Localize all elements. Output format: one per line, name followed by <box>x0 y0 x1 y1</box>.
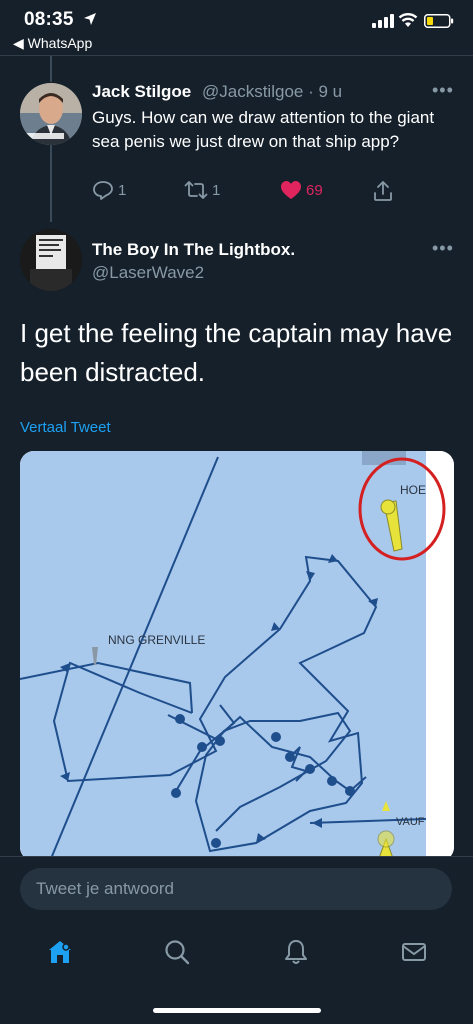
ship-track-map: NNG GRENVILLE VAUF HOE <box>20 451 454 861</box>
share-icon <box>374 181 392 201</box>
thread-connector <box>50 56 52 82</box>
share-button[interactable] <box>372 180 394 202</box>
reply-bar: Tweet je antwoord <box>0 856 473 921</box>
home-icon <box>49 941 71 963</box>
ship-label-hoe: HOE <box>400 483 426 497</box>
avatar-jack-stilgoe[interactable] <box>20 83 82 145</box>
author-handle-time[interactable]: @Jackstilgoe · 9 u <box>202 82 342 102</box>
retweet-count: 1 <box>212 181 221 199</box>
home-indicator[interactable] <box>153 1008 321 1013</box>
battery-low-icon <box>424 14 454 28</box>
heart-filled-icon <box>281 181 301 199</box>
more-options-icon[interactable]: ••• <box>432 238 454 259</box>
status-time: 08:35 <box>24 9 74 30</box>
status-bar: 08:35 ◀ WhatsApp <box>0 0 473 56</box>
sea-area <box>20 451 426 861</box>
location-arrow-icon <box>84 13 96 25</box>
profile-photo <box>20 83 82 145</box>
more-options-icon[interactable]: ••• <box>432 80 454 101</box>
avatar-laserwave2[interactable] <box>20 229 82 291</box>
reply-icon <box>93 181 113 200</box>
reply-placeholder: Tweet je antwoord <box>36 879 174 898</box>
tab-messages[interactable] <box>394 932 434 972</box>
ship-label-bottom: VAUF <box>396 816 425 828</box>
profile-photo <box>20 229 82 291</box>
thread-connector <box>50 138 52 222</box>
retweet-button[interactable]: 1 <box>184 180 220 200</box>
author-handle[interactable]: @LaserWave2 <box>92 263 204 283</box>
like-button[interactable]: 69 <box>280 180 323 200</box>
envelope-icon <box>402 943 426 961</box>
retweet-icon <box>184 181 208 199</box>
like-count: 69 <box>306 181 323 199</box>
reply-count: 1 <box>118 181 127 199</box>
author-name[interactable]: Jack Stilgoe <box>92 82 191 102</box>
tweet-text: Guys. How can we draw attention to the g… <box>92 108 435 151</box>
cellular-signal-icon <box>372 14 394 28</box>
tab-search[interactable] <box>157 932 197 972</box>
bell-icon <box>285 940 307 964</box>
tab-notifications[interactable] <box>276 932 316 972</box>
tab-home[interactable] <box>40 932 80 972</box>
header-divider <box>0 55 473 56</box>
tweet-media-map-image[interactable]: NNG GRENVILLE VAUF HOE <box>20 451 454 861</box>
wifi-icon <box>398 13 418 27</box>
reply-input[interactable]: Tweet je antwoord <box>20 868 452 910</box>
author-name[interactable]: The Boy In The Lightbox. <box>92 240 295 260</box>
search-icon <box>165 940 190 965</box>
reply-button[interactable]: 1 <box>92 180 126 200</box>
ship-label-grenville: NNG GRENVILLE <box>108 633 205 647</box>
back-to-whatsapp-link[interactable]: ◀ WhatsApp <box>13 35 92 52</box>
translate-tweet-link[interactable]: Vertaal Tweet <box>20 419 111 436</box>
tweet-text: I get the feeling the captain may have b… <box>20 318 453 387</box>
